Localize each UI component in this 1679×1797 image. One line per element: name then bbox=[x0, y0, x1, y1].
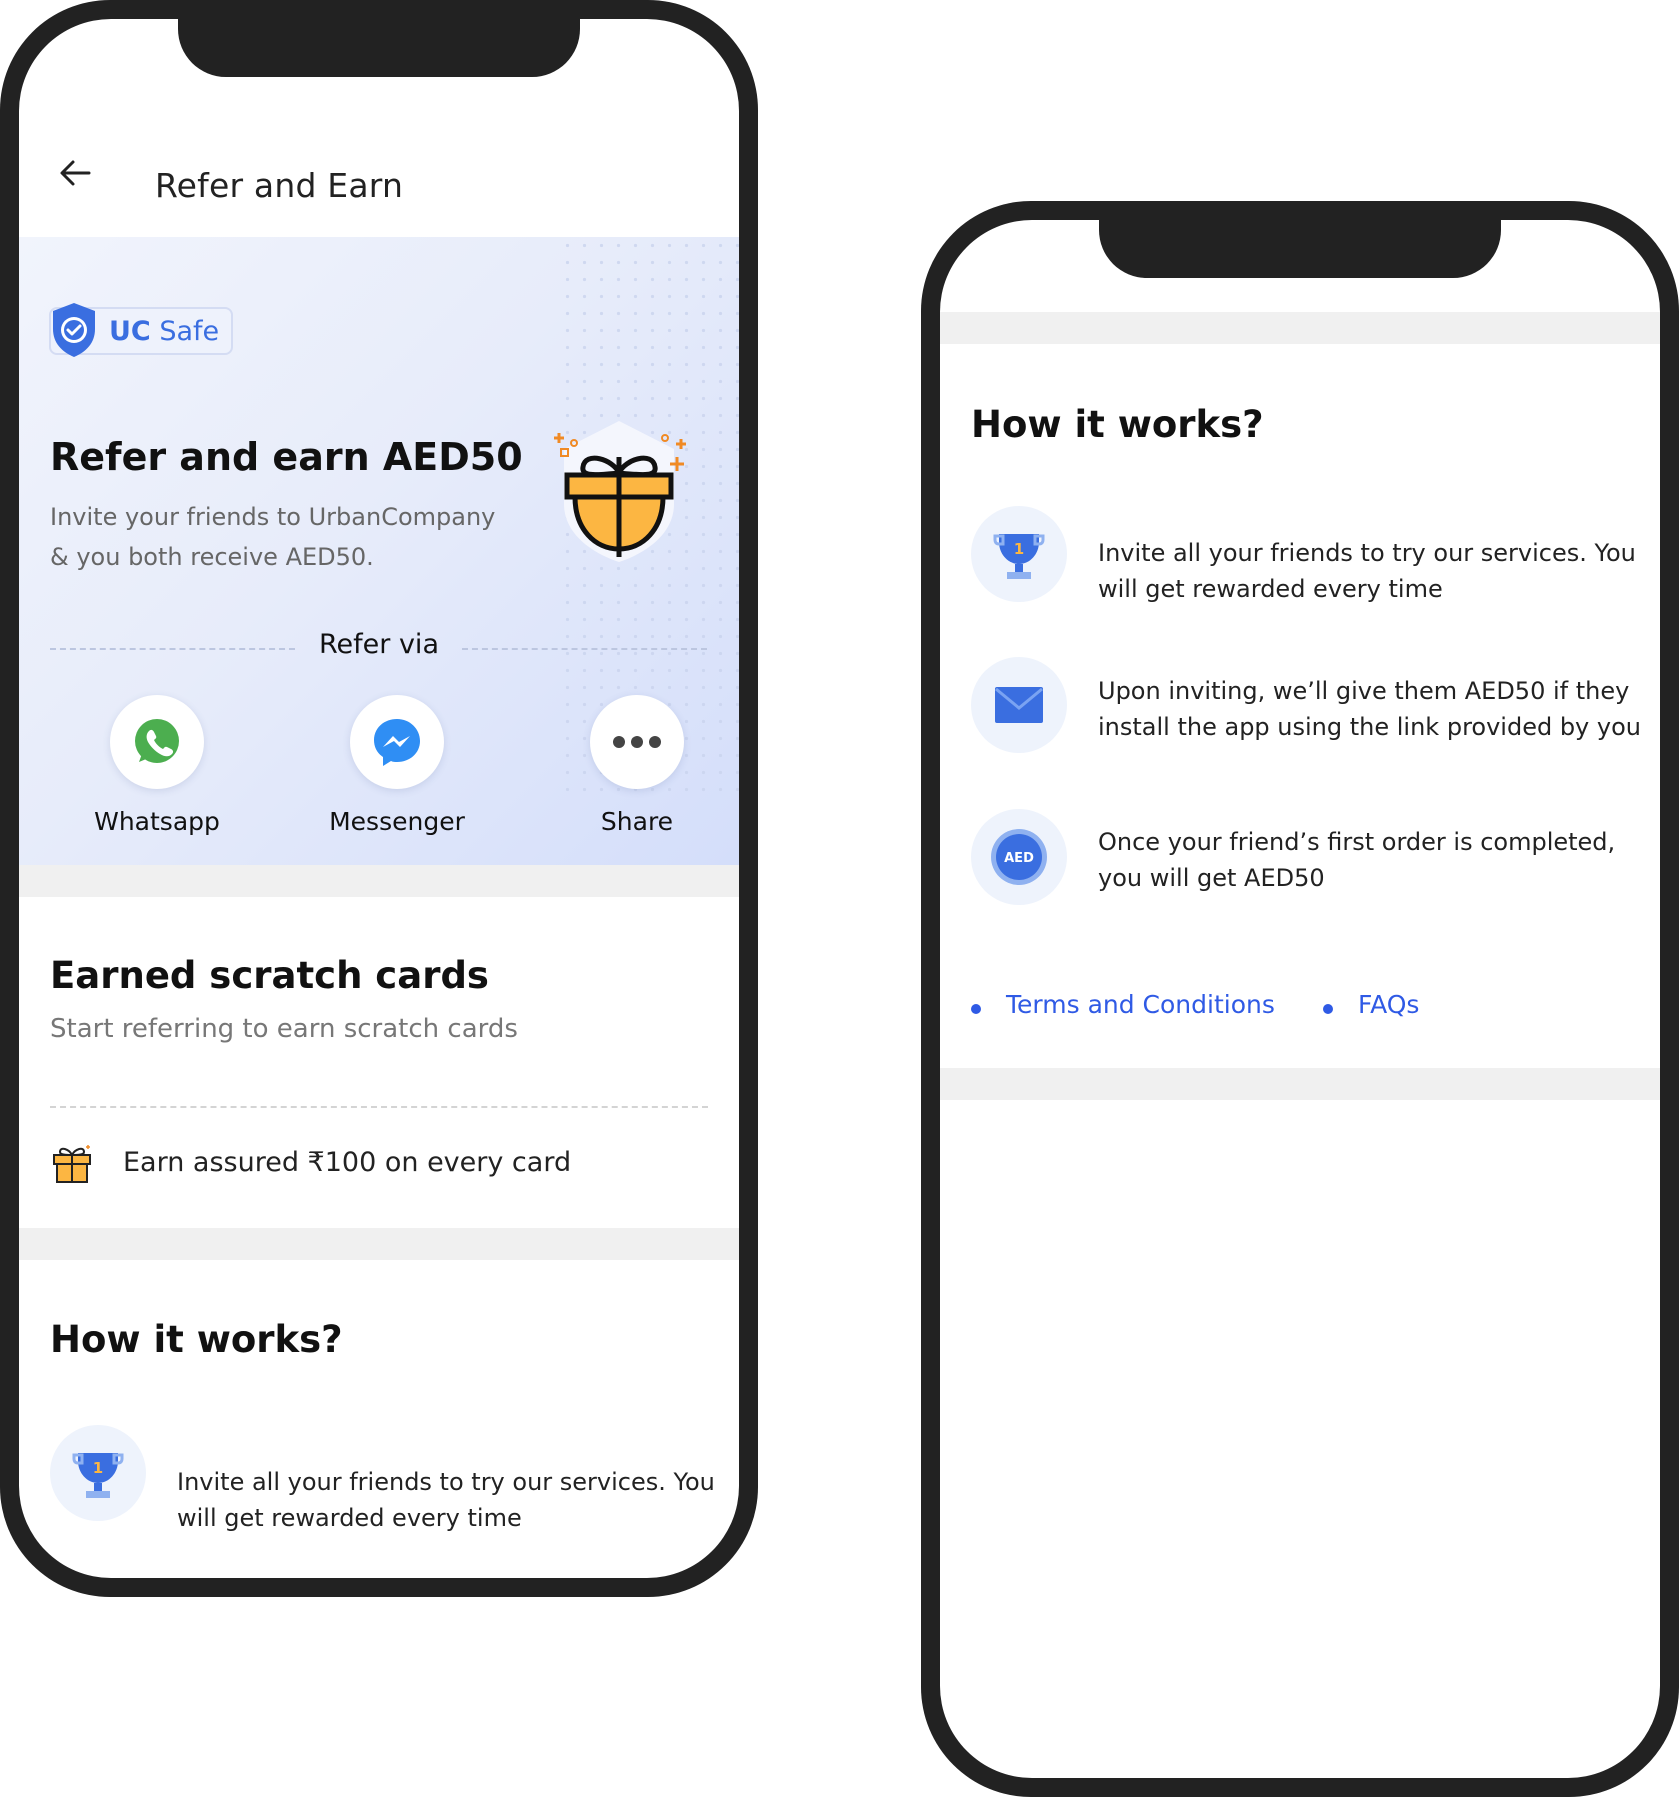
step-text-line2: will get rewarded every time bbox=[177, 1504, 522, 1532]
bullet-dot bbox=[971, 1004, 981, 1014]
step-icon-circle: 1 bbox=[971, 506, 1067, 602]
step-text: Once your friend’s first order is comple… bbox=[1098, 824, 1615, 896]
step-icon-circle bbox=[971, 657, 1067, 753]
step-icon-circle: AED bbox=[971, 809, 1067, 905]
messenger-icon bbox=[374, 719, 420, 766]
trophy-icon: 1 bbox=[72, 1453, 124, 1498]
step-text: Invite all your friends to try our servi… bbox=[1098, 535, 1636, 607]
screen-right: How it works? 1 Invite all your friends … bbox=[940, 220, 1660, 1778]
svg-text:1: 1 bbox=[93, 1459, 103, 1477]
bullet-dot bbox=[1323, 1004, 1333, 1014]
notch bbox=[178, 19, 580, 77]
step-text-line1: Invite all your friends to try our servi… bbox=[1098, 539, 1636, 567]
scratch-divider bbox=[50, 1106, 708, 1108]
section-separator bbox=[19, 865, 739, 897]
uc-safe-badge: UC Safe bbox=[49, 303, 234, 357]
section-separator bbox=[940, 1068, 1660, 1100]
divider-right bbox=[462, 648, 707, 650]
step-text-line1: Upon inviting, we’ll give them AED50 if … bbox=[1098, 677, 1630, 705]
hero-subtitle-line2: & you both receive AED50. bbox=[50, 543, 374, 571]
uc-badge-text: Safe bbox=[159, 315, 220, 347]
hero-subtitle-line1: Invite your friends to UrbanCompany bbox=[50, 503, 496, 531]
step-text-line2: you will get AED50 bbox=[1098, 864, 1325, 892]
section-separator bbox=[19, 1228, 739, 1260]
mail-icon bbox=[995, 687, 1043, 723]
faqs-link[interactable]: FAQs bbox=[1358, 990, 1419, 1019]
terms-link[interactable]: Terms and Conditions bbox=[1006, 990, 1275, 1019]
step-text-line2: install the app using the link provided … bbox=[1098, 713, 1641, 741]
hero-title: Refer and earn AED50 bbox=[50, 435, 523, 479]
share-more-button[interactable]: Share bbox=[557, 695, 717, 836]
whatsapp-icon bbox=[135, 719, 179, 763]
step-text-line1: Once your friend’s first order is comple… bbox=[1098, 828, 1616, 856]
referral-hero-card: UC Safe Refer and earn AED50 Invite your… bbox=[19, 237, 739, 865]
step-text-line1: Invite all your friends to try our servi… bbox=[177, 1468, 715, 1496]
more-dots-icon bbox=[613, 736, 661, 748]
back-arrow-icon[interactable] bbox=[55, 153, 95, 193]
how-it-works-title: How it works? bbox=[971, 403, 1264, 446]
section-separator bbox=[940, 312, 1660, 344]
notch bbox=[1099, 220, 1501, 278]
step-icon-circle: 1 bbox=[50, 1425, 146, 1521]
step-text: Invite all your friends to try our servi… bbox=[177, 1464, 715, 1536]
share-label-share: Share bbox=[600, 807, 674, 836]
aed-coin-icon: AED bbox=[991, 829, 1047, 885]
uc-badge-bold: UC bbox=[109, 315, 151, 347]
step-text-line2: will get rewarded every time bbox=[1098, 575, 1443, 603]
share-messenger-button[interactable]: Messenger bbox=[317, 695, 477, 836]
gift-illustration-icon bbox=[554, 421, 686, 562]
share-whatsapp-button[interactable]: Whatsapp bbox=[77, 695, 237, 836]
hero-subtitle: Invite your friends to UrbanCompany & yo… bbox=[50, 497, 500, 577]
gift-icon bbox=[53, 1145, 91, 1183]
share-label-messenger: Messenger bbox=[329, 807, 465, 836]
svg-text:1: 1 bbox=[1014, 540, 1024, 558]
refer-via-label: Refer via bbox=[319, 629, 439, 660]
phone-frame-right: How it works? 1 Invite all your friends … bbox=[921, 201, 1679, 1797]
earn-assured-text: Earn assured ₹100 on every card bbox=[123, 1147, 572, 1178]
screen-left: Refer and Earn UC Safe Refer and earn AE… bbox=[19, 19, 739, 1578]
phone-frame-left: Refer and Earn UC Safe Refer and earn AE… bbox=[0, 0, 758, 1597]
scratch-cards-title: Earned scratch cards bbox=[50, 954, 489, 997]
trophy-icon: 1 bbox=[993, 534, 1045, 579]
shield-check-icon bbox=[53, 303, 95, 357]
step-text: Upon inviting, we’ll give them AED50 if … bbox=[1098, 673, 1641, 745]
page-title: Refer and Earn bbox=[155, 166, 404, 205]
aed-coin-label: AED bbox=[1004, 851, 1034, 866]
how-it-works-title: How it works? bbox=[50, 1318, 343, 1361]
share-label-whatsapp: Whatsapp bbox=[94, 807, 220, 836]
scratch-cards-subtitle: Start referring to earn scratch cards bbox=[50, 1014, 518, 1044]
